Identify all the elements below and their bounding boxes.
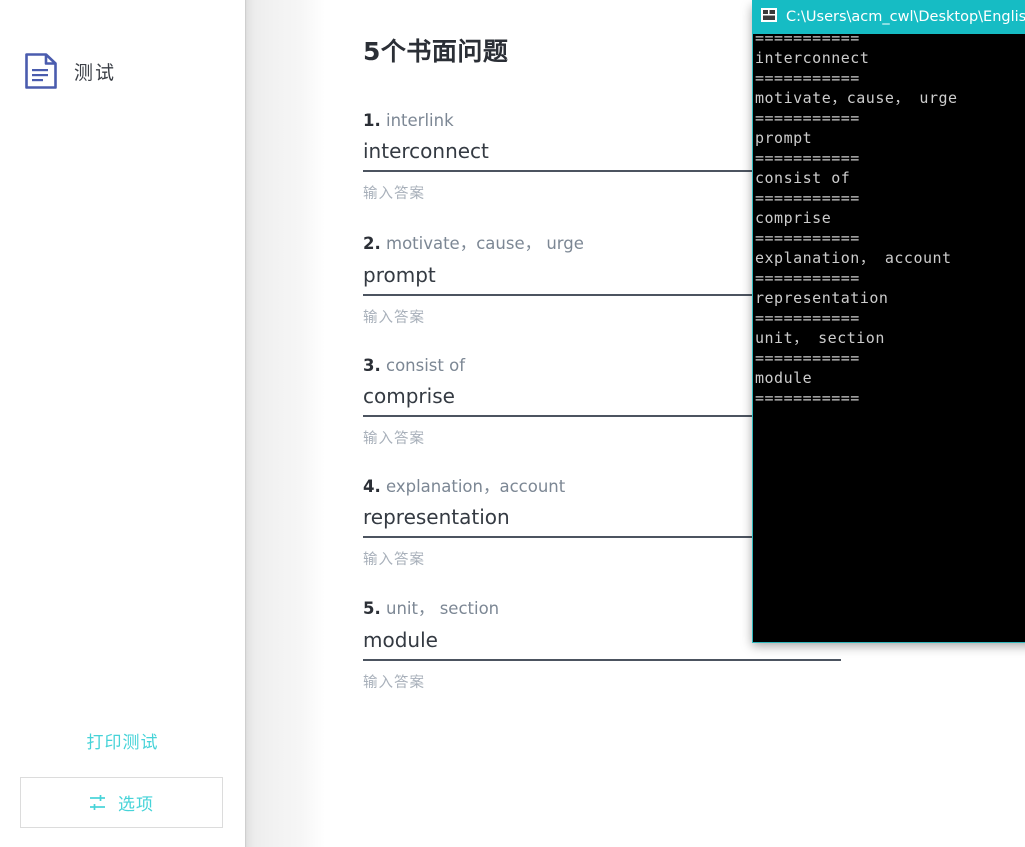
terminal-title: C:\Users\acm_cwl\Desktop\Englis <box>786 9 1025 25</box>
question-text: interlink <box>380 111 454 130</box>
question-text: motivate，cause， urge <box>380 234 584 254</box>
panel-shadow <box>245 0 325 847</box>
sidebar-item-test[interactable]: 测试 <box>24 52 116 90</box>
sidebar-item-label: 测试 <box>74 61 117 84</box>
terminal-output: interlink =========== interconnect =====… <box>755 9 958 407</box>
console-icon <box>761 7 786 27</box>
terminal-titlebar[interactable]: C:\Users\acm_cwl\Desktop\Englis <box>752 0 1025 34</box>
page-title: 5个书面问题 <box>363 37 509 66</box>
options-button[interactable]: 选项 <box>20 777 223 828</box>
question-number: 2. <box>363 234 381 254</box>
question-number: 1. <box>363 111 381 130</box>
sidebar: 测试 打印测试 选项 <box>0 0 245 847</box>
terminal-window[interactable]: interlink =========== interconnect =====… <box>752 3 1025 643</box>
question-text: unit， section <box>380 599 500 619</box>
question-number: 3. <box>363 355 381 375</box>
question-text: explanation，account <box>380 476 566 496</box>
print-test-button[interactable]: 打印测试 <box>0 728 245 753</box>
answer-input-underline[interactable] <box>363 658 841 661</box>
document-icon <box>24 52 58 90</box>
question-number: 4. <box>363 476 381 496</box>
sliders-icon <box>89 794 106 811</box>
options-button-label: 选项 <box>118 795 154 815</box>
sidebar-divider <box>245 0 246 847</box>
question-number: 5. <box>363 599 381 619</box>
answer-input-placeholder[interactable]: 输入答案 <box>363 671 883 692</box>
question-text: consist of <box>380 355 466 375</box>
